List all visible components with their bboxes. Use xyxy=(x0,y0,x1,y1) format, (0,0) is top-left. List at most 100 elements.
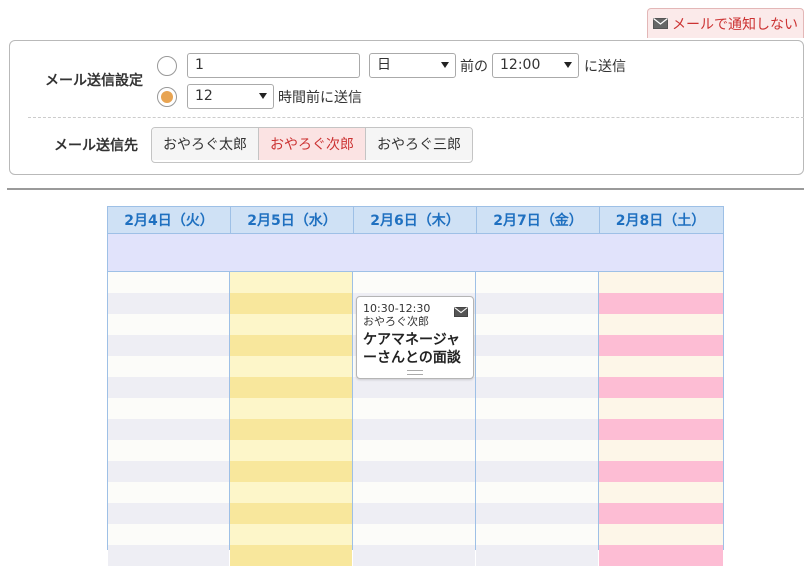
all-day-row[interactable] xyxy=(107,234,724,272)
mail-notify-toggle-button[interactable]: メールで通知しない xyxy=(647,8,804,38)
time-slot[interactable] xyxy=(230,272,352,293)
time-select-value: 12:00 xyxy=(500,57,541,73)
time-slot[interactable] xyxy=(108,293,229,314)
time-slot[interactable] xyxy=(108,503,229,524)
time-slot[interactable] xyxy=(599,545,723,566)
day-column-fri[interactable] xyxy=(476,272,599,566)
time-slot[interactable] xyxy=(230,545,352,566)
time-slot[interactable] xyxy=(230,503,352,524)
time-slot[interactable] xyxy=(108,545,229,566)
time-slot[interactable] xyxy=(599,356,723,377)
time-slot[interactable] xyxy=(476,440,598,461)
day-header-sat[interactable]: 2月8日（土） xyxy=(600,207,721,233)
time-slot[interactable] xyxy=(599,272,723,293)
time-slot[interactable] xyxy=(476,335,598,356)
time-slot[interactable] xyxy=(108,398,229,419)
time-slot[interactable] xyxy=(108,335,229,356)
time-slot[interactable] xyxy=(476,293,598,314)
time-slot[interactable] xyxy=(108,377,229,398)
time-slot[interactable] xyxy=(230,461,352,482)
day-column-tue[interactable] xyxy=(107,272,230,566)
time-slot[interactable] xyxy=(108,461,229,482)
event-time: 10:30-12:30 xyxy=(363,302,431,315)
time-slot[interactable] xyxy=(353,419,475,440)
mail-icon xyxy=(653,18,668,29)
time-slot[interactable] xyxy=(230,398,352,419)
event-title-line2: ーさんとの面談 xyxy=(363,350,461,366)
radio-days-before[interactable] xyxy=(157,56,177,76)
time-slot[interactable] xyxy=(599,314,723,335)
day-header-fri[interactable]: 2月7日（金） xyxy=(477,207,600,233)
time-slot[interactable] xyxy=(599,503,723,524)
event-person: おやろぐ次郎 xyxy=(363,315,429,328)
time-slot[interactable] xyxy=(353,503,475,524)
time-slot[interactable] xyxy=(353,440,475,461)
time-slot[interactable] xyxy=(476,482,598,503)
time-slot[interactable] xyxy=(476,356,598,377)
event-card[interactable]: 10:30-12:30 おやろぐ次郎 ケアマネージャ ーさんとの面談 xyxy=(356,296,474,379)
event-title-line1: ケアマネージャ xyxy=(363,332,461,348)
recipient-button-jiro[interactable]: おやろぐ次郎 xyxy=(259,128,366,160)
time-slot[interactable] xyxy=(230,335,352,356)
hours-before-select[interactable]: 12 xyxy=(187,84,274,109)
time-slot[interactable] xyxy=(476,377,598,398)
unit-select[interactable]: 日 xyxy=(369,53,456,78)
time-slot[interactable] xyxy=(230,293,352,314)
time-slot[interactable] xyxy=(599,398,723,419)
days-before-input[interactable]: 1 xyxy=(187,53,360,78)
time-slot[interactable] xyxy=(108,272,229,293)
day-header-thu[interactable]: 2月6日（木） xyxy=(354,207,477,233)
time-slot[interactable] xyxy=(476,272,598,293)
time-slot[interactable] xyxy=(476,314,598,335)
resize-handle[interactable] xyxy=(407,370,423,375)
time-slot[interactable] xyxy=(353,377,475,398)
time-slot[interactable] xyxy=(599,482,723,503)
time-slot[interactable] xyxy=(599,377,723,398)
day-column-sat[interactable] xyxy=(599,272,724,566)
time-slot[interactable] xyxy=(599,419,723,440)
time-slot[interactable] xyxy=(353,482,475,503)
day-header-tue[interactable]: 2月4日（火） xyxy=(108,207,231,233)
time-slot[interactable] xyxy=(230,356,352,377)
time-slot[interactable] xyxy=(230,377,352,398)
time-slot[interactable] xyxy=(353,524,475,545)
recipient-button-taro[interactable]: おやろぐ太郎 xyxy=(152,128,259,160)
recipient-button-saburo[interactable]: おやろぐ三郎 xyxy=(366,128,472,160)
time-slot[interactable] xyxy=(476,545,598,566)
time-slot[interactable] xyxy=(476,419,598,440)
time-slot[interactable] xyxy=(599,335,723,356)
time-slot[interactable] xyxy=(476,524,598,545)
mail-settings-panel: メール送信設定 1 日 前の 12:00 に送信 12 時間前に送信 メール送信… xyxy=(9,40,804,175)
time-slot[interactable] xyxy=(108,356,229,377)
unit-select-value: 日 xyxy=(377,57,391,73)
time-slot[interactable] xyxy=(108,524,229,545)
time-slot[interactable] xyxy=(599,293,723,314)
time-slot[interactable] xyxy=(476,398,598,419)
time-slot[interactable] xyxy=(353,272,475,293)
send-at-text: に送信 xyxy=(584,59,626,75)
radio-hours-before[interactable] xyxy=(157,87,177,107)
time-slot[interactable] xyxy=(108,419,229,440)
time-slot[interactable] xyxy=(108,482,229,503)
time-slot[interactable] xyxy=(108,440,229,461)
time-slot[interactable] xyxy=(353,545,475,566)
hours-before-text: 時間前に送信 xyxy=(278,90,362,106)
time-slot[interactable] xyxy=(230,440,352,461)
time-slot[interactable] xyxy=(353,398,475,419)
time-slot[interactable] xyxy=(230,314,352,335)
time-slot[interactable] xyxy=(599,524,723,545)
chevron-down-icon xyxy=(441,62,449,68)
time-slot[interactable] xyxy=(230,419,352,440)
time-slot[interactable] xyxy=(599,440,723,461)
time-slot[interactable] xyxy=(476,461,598,482)
time-slot[interactable] xyxy=(599,461,723,482)
time-select[interactable]: 12:00 xyxy=(492,53,579,78)
time-slot[interactable] xyxy=(108,314,229,335)
time-slot[interactable] xyxy=(230,524,352,545)
week-calendar: 2月4日（火） 2月5日（水） 2月6日（木） 2月7日（金） 2月8日（土） … xyxy=(107,206,724,566)
time-slot[interactable] xyxy=(230,482,352,503)
time-slot[interactable] xyxy=(476,503,598,524)
day-column-wed[interactable] xyxy=(230,272,353,566)
day-header-wed[interactable]: 2月5日（水） xyxy=(231,207,354,233)
time-slot[interactable] xyxy=(353,461,475,482)
